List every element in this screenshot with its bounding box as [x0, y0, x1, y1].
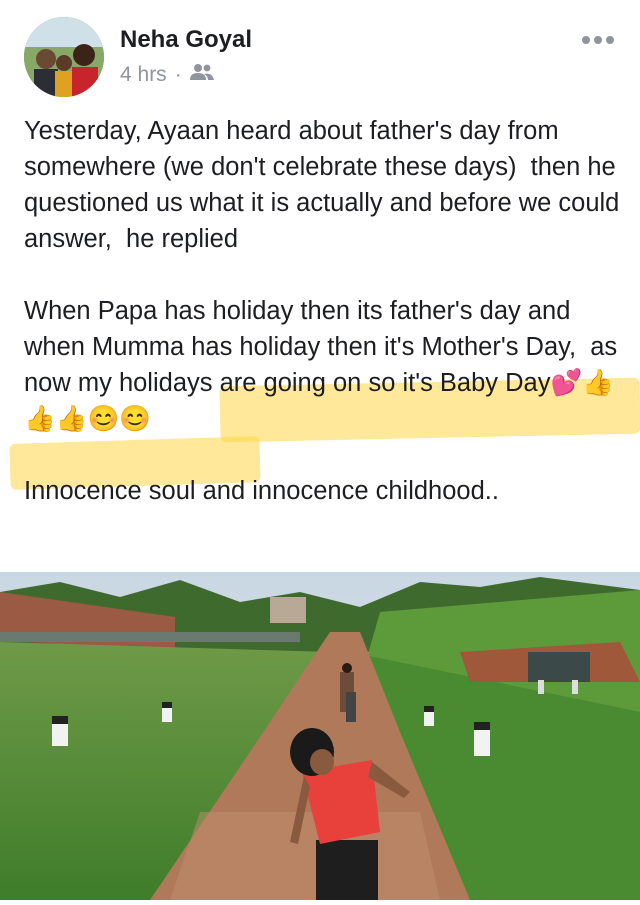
post-meta: 4 hrs · [120, 62, 214, 88]
post-text: Yesterday, Ayaan heard about father's da… [24, 113, 624, 509]
avatar-photo [24, 17, 104, 97]
author-name[interactable]: Neha Goyal [120, 26, 252, 54]
post-time[interactable]: 4 hrs [120, 63, 167, 87]
photo-image [0, 572, 640, 900]
post-paragraph: Innocence soul and innocence childhood.. [24, 477, 499, 505]
post-photo[interactable] [0, 572, 640, 900]
avatar[interactable] [24, 17, 104, 97]
more-options-icon[interactable] [580, 30, 616, 50]
post-paragraph: When Papa has holiday then its father's … [24, 297, 625, 433]
friends-icon[interactable] [189, 62, 214, 88]
post-paragraph: Yesterday, Ayaan heard about father's da… [24, 117, 627, 253]
meta-separator: · [174, 63, 182, 86]
